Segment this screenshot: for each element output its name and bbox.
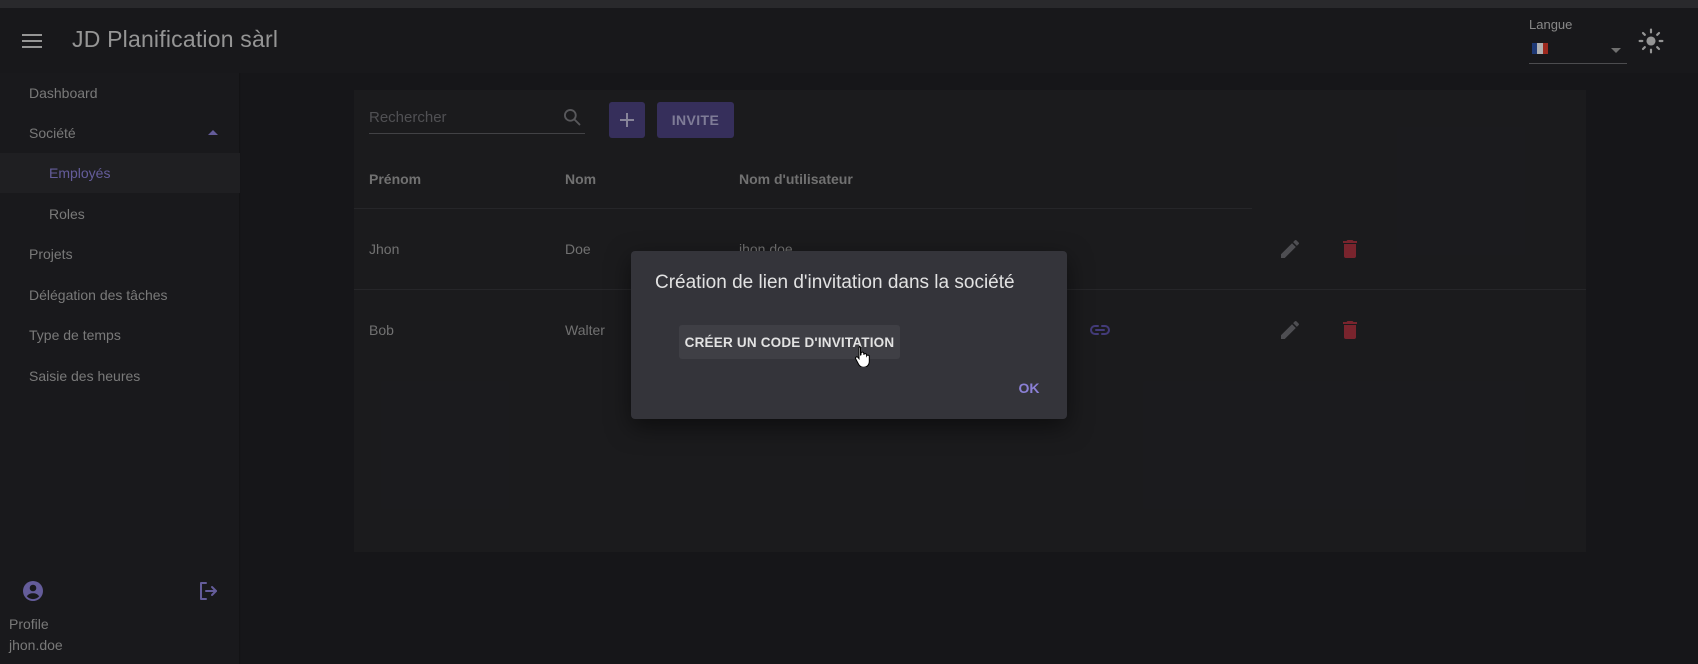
invitation-dialog: Création de lien d'invitation dans la so…	[631, 251, 1067, 419]
hand-cursor-icon	[854, 345, 872, 368]
ok-button[interactable]: OK	[1007, 373, 1051, 403]
dialog-title: Création de lien d'invitation dans la so…	[655, 272, 1015, 293]
